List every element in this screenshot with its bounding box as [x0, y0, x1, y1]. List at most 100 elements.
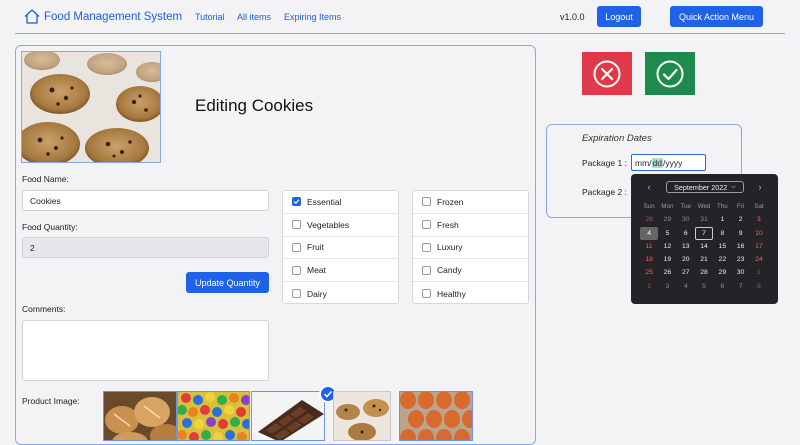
calendar-day[interactable]: 26 [658, 266, 676, 279]
category-fruit[interactable]: Fruit [283, 237, 398, 260]
calendar-day[interactable]: 8 [750, 280, 768, 293]
checkbox-icon[interactable] [422, 265, 431, 275]
package-1-label: Package 1 : [582, 158, 627, 168]
calendar-day[interactable]: 7 [694, 226, 714, 240]
calendar-day[interactable]: 3 [750, 213, 768, 226]
calendar-day[interactable]: 4 [677, 280, 695, 293]
calendar-day[interactable]: 12 [658, 240, 676, 253]
calendar-day[interactable]: 11 [640, 240, 658, 253]
product-image-bread[interactable] [103, 391, 177, 441]
category-label: Meat [307, 265, 326, 276]
calendar-day[interactable]: 10 [750, 227, 768, 240]
calendar-day[interactable]: 15 [713, 240, 731, 253]
calendar-day[interactable]: 18 [640, 253, 658, 266]
checkbox-icon[interactable] [292, 289, 301, 299]
cancel-button[interactable] [582, 52, 632, 95]
food-quantity-input[interactable]: 2 [22, 237, 269, 258]
calendar-day[interactable]: 1 [713, 213, 731, 226]
product-image-label: Product Image: [22, 396, 80, 406]
chevron-down-icon: ⌵ [731, 183, 736, 190]
calendar-day[interactable]: 23 [731, 253, 749, 266]
weekday-label: Sun [643, 203, 655, 210]
calendar-day[interactable]: 7 [731, 280, 749, 293]
package-1-date-input[interactable]: mm / dd / yyyy [631, 154, 706, 171]
weekday-label: Thu [717, 203, 728, 210]
quick-action-menu-button[interactable]: Quick Action Menu [670, 6, 763, 27]
category-dairy[interactable]: Dairy [283, 282, 398, 305]
food-name-input[interactable]: Cookies [22, 190, 269, 211]
category-candy[interactable]: Candy [413, 259, 528, 283]
calendar-day[interactable]: 29 [658, 213, 676, 226]
weekday-row: Sun Mon Tue Wed Thu Fri Sat [640, 200, 768, 213]
food-photo [21, 51, 161, 163]
category-healthy[interactable]: Healthy [413, 282, 528, 305]
check-icon [656, 60, 684, 87]
calendar-day[interactable]: 30 [731, 266, 749, 279]
checkbox-icon[interactable] [292, 242, 301, 252]
checkbox-icon[interactable] [422, 197, 431, 207]
category-fresh[interactable]: Fresh [413, 214, 528, 237]
next-month-icon[interactable]: › [754, 181, 766, 193]
date-month: mm [635, 157, 650, 168]
update-quantity-button[interactable]: Update Quantity [186, 272, 269, 293]
category-meat[interactable]: Meat [283, 259, 398, 283]
calendar-day[interactable]: 25 [640, 266, 658, 279]
calendar-day[interactable]: 28 [695, 266, 713, 279]
calendar-day[interactable]: 2 [731, 213, 749, 226]
weekday-label: Sat [754, 203, 764, 210]
product-image-chocolate[interactable] [251, 391, 325, 441]
calendar-day[interactable]: 19 [658, 253, 676, 266]
logout-button[interactable]: Logout [597, 6, 641, 27]
product-image-candy[interactable] [177, 391, 250, 441]
calendar-day[interactable]: 6 [677, 227, 695, 240]
comments-textarea[interactable] [22, 320, 269, 381]
category-list-right: Frozen Fresh Luxury Candy Healthy [412, 190, 529, 304]
calendar-day[interactable]: 8 [713, 227, 731, 240]
week-row: 11 12 13 14 15 16 17 [640, 240, 768, 253]
calendar-day[interactable]: 22 [713, 253, 731, 266]
checkbox-icon[interactable] [422, 220, 431, 230]
calendar-day[interactable]: 27 [677, 266, 695, 279]
calendar-day[interactable]: 28 [640, 213, 658, 226]
calendar-day[interactable]: 13 [677, 240, 695, 253]
calendar-day[interactable]: 31 [695, 213, 713, 226]
calendar-day[interactable]: 5 [658, 227, 676, 240]
nav-all-items[interactable]: All items [237, 12, 271, 22]
calendar-day[interactable]: 1 [750, 266, 768, 279]
calendar-day[interactable]: 2 [640, 280, 658, 293]
checkbox-checked-icon[interactable] [292, 197, 301, 207]
calendar-day[interactable]: 21 [695, 253, 713, 266]
category-essential[interactable]: Essential [283, 191, 398, 214]
calendar-day[interactable]: 3 [658, 280, 676, 293]
prev-month-icon[interactable]: ‹ [643, 181, 655, 193]
calendar-day[interactable]: 5 [695, 280, 713, 293]
calendar-day[interactable]: 4 [640, 226, 659, 240]
calendar-day[interactable]: 9 [731, 227, 749, 240]
category-luxury[interactable]: Luxury [413, 237, 528, 260]
calendar-day[interactable]: 24 [750, 253, 768, 266]
category-label: Frozen [437, 196, 464, 207]
calendar-day[interactable]: 20 [677, 253, 695, 266]
brand-link[interactable]: Food Management System [24, 9, 182, 24]
nav-tutorial[interactable]: Tutorial [195, 12, 225, 22]
nav-expiring-items[interactable]: Expiring Items [284, 12, 341, 22]
checkbox-icon[interactable] [292, 220, 301, 230]
confirm-button[interactable] [645, 52, 695, 95]
month-select[interactable]: September 2022 ⌵ [666, 181, 744, 193]
calendar-day[interactable]: 29 [713, 266, 731, 279]
calendar-day[interactable]: 14 [695, 240, 713, 253]
checkbox-icon[interactable] [292, 265, 301, 275]
calendar-day[interactable]: 17 [750, 240, 768, 253]
category-list-left: Essential Vegetables Fruit Meat Dairy [282, 190, 399, 304]
product-image-eggs[interactable] [399, 391, 473, 441]
checkbox-icon[interactable] [422, 289, 431, 299]
category-frozen[interactable]: Frozen [413, 191, 528, 214]
category-vegetables[interactable]: Vegetables [283, 214, 398, 237]
week-row: 18 19 20 21 22 23 24 [640, 253, 768, 266]
page-title: Editing Cookies [195, 96, 314, 115]
product-image-cookies[interactable] [333, 391, 391, 441]
checkbox-icon[interactable] [422, 242, 431, 252]
calendar-day[interactable]: 30 [677, 213, 695, 226]
calendar-day[interactable]: 6 [713, 280, 731, 293]
calendar-day[interactable]: 16 [731, 240, 749, 253]
